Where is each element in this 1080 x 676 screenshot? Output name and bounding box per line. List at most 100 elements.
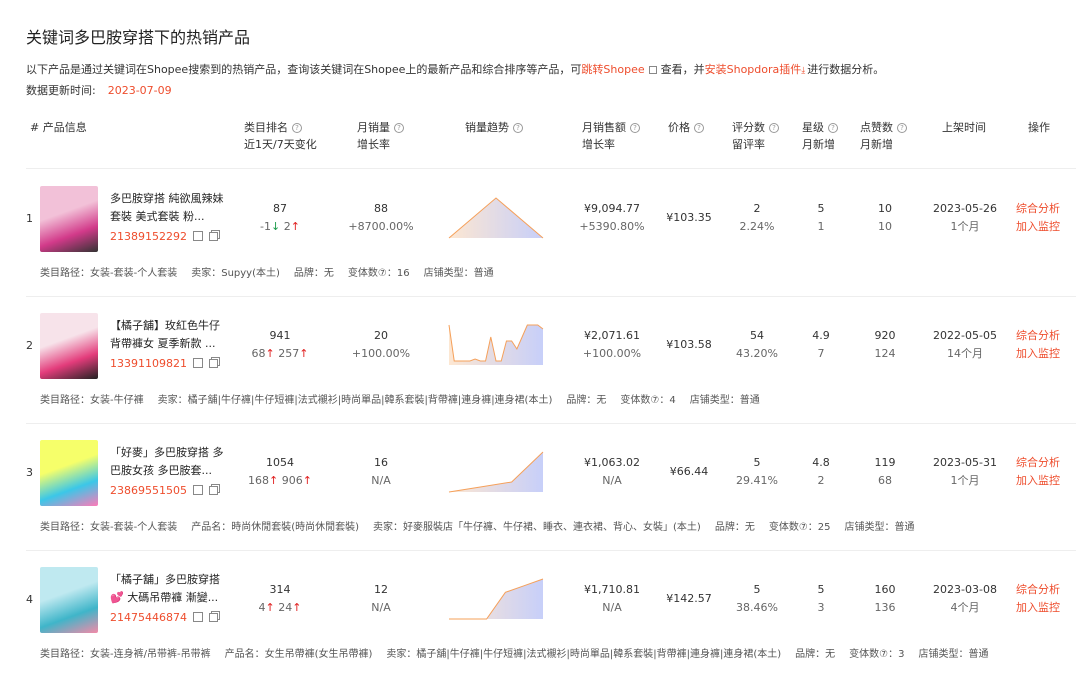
monthly-sales: 88 (374, 202, 388, 215)
help-icon[interactable]: ? (694, 123, 704, 133)
copy-icon[interactable] (208, 613, 218, 622)
sales-cell: 20 +100.00% (340, 327, 422, 363)
rank-d1: 68 (251, 347, 266, 360)
star-rating: 5 (817, 202, 825, 215)
meta-item: 类目路径：女装-连身裤/吊带裤-吊带裤 (40, 649, 211, 660)
help-icon[interactable]: ? (828, 123, 838, 133)
like-count: 160 (874, 583, 896, 596)
product-thumbnail[interactable] (40, 567, 98, 633)
analyze-button[interactable]: 综合分析 (1016, 454, 1060, 472)
header-trend-label: 销量趋势 (465, 121, 509, 134)
rank-d7: 24 (278, 601, 293, 614)
help-icon[interactable]: ? (292, 123, 302, 133)
product-id-value: 13391109821 (110, 357, 187, 370)
product-thumbnail[interactable] (40, 313, 98, 379)
meta-item: 店铺类型：普通 (423, 268, 494, 279)
analyze-button[interactable]: 综合分析 (1016, 327, 1060, 345)
header-rank[interactable]: 类目排名? 近1天/7天变化 (244, 119, 317, 153)
like-count: 920 (874, 329, 896, 342)
price: ¥142.57 (666, 592, 712, 605)
product-id: 21475446874 (110, 611, 218, 624)
header-stars[interactable]: 星级? 月新增 (802, 119, 838, 153)
star-rating: 4.9 (812, 329, 830, 342)
stars-cell: 5 3 (800, 581, 842, 617)
product-meta: 类目路径：女装-连身裤/吊带裤-吊带裤 产品名：女生吊帶褲(女生吊帶褲) 卖家：橘子… (40, 645, 1003, 660)
analyze-button[interactable]: 综合分析 (1016, 200, 1060, 218)
product-thumbnail[interactable] (40, 186, 98, 252)
help-icon[interactable]: ? (769, 123, 779, 133)
header-sales[interactable]: 月销量? 增长率 (357, 119, 404, 153)
header-revenue[interactable]: 月销售额? 增长率 (582, 119, 640, 153)
copy-icon[interactable] (208, 359, 218, 368)
copy-icon[interactable] (208, 232, 218, 241)
header-reviews-sub: 留评率 (732, 138, 765, 151)
revenue-cell: ¥1,063.02 N/A (572, 454, 652, 490)
likes-new: 136 (874, 601, 896, 614)
product-id-value: 23869551505 (110, 484, 187, 497)
meta-item: 变体数⑦：4 (620, 395, 676, 406)
update-label: 数据更新时间: (26, 84, 96, 97)
product-name[interactable]: 「橘子舖」多巴胺穿搭 💕 大碼吊帶褲 漸變... (110, 571, 226, 607)
rank-cell: 314 4↑ 24↑ (240, 581, 320, 617)
stars-cell: 4.9 7 (800, 327, 842, 363)
help-icon[interactable]: ? (630, 123, 640, 133)
external-link-icon[interactable] (192, 231, 203, 241)
header-sales-sub: 增长率 (357, 138, 390, 151)
sales-trend-chart[interactable] (447, 194, 545, 240)
sales-trend-chart[interactable] (447, 575, 545, 621)
sales-trend-chart[interactable] (447, 448, 545, 494)
header-trend[interactable]: 销量趋势? (465, 119, 523, 136)
header-likes[interactable]: 点赞数? 月新增 (860, 119, 907, 153)
product-name[interactable]: 多巴胺穿搭 純欲風辣妹套裝 美式套裝 粉... (110, 190, 226, 226)
sales-trend-chart[interactable] (447, 321, 545, 367)
page-description: 以下产品是通过关键词在Shopee搜索到的热销产品，查询该关键词在Shopee上… (26, 61, 884, 77)
listed-ago: 1个月 (950, 474, 980, 487)
add-monitor-button[interactable]: 加入监控 (1016, 472, 1060, 490)
add-monitor-button[interactable]: 加入监控 (1016, 345, 1060, 363)
header-reviews[interactable]: 评分数? 留评率 (732, 119, 779, 153)
listed-date: 2023-05-31 (933, 456, 997, 469)
install-plugin-link[interactable]: 安装Shopdora插件 (705, 63, 802, 76)
arrow-up-icon: ↑ (290, 220, 300, 233)
product-name[interactable]: 【橘子舖】玫紅色牛仔背帶褲女 夏季新款 ... (110, 317, 226, 353)
jump-shopee-link[interactable]: 跳转Shopee (581, 63, 644, 76)
row-number: 4 (26, 593, 33, 606)
rank-change: -1↓ 2↑ (240, 218, 320, 236)
download-icon[interactable]: ⤓ (801, 66, 805, 76)
header-listed[interactable]: 上架时间 (942, 119, 986, 136)
help-icon[interactable]: ? (897, 123, 907, 133)
stars-new: 1 (817, 220, 825, 233)
divider (26, 168, 1076, 169)
product-name[interactable]: 「好麥」多巴胺穿搭 多巴胺女孩 多巴胺套... (110, 444, 226, 480)
external-link-icon[interactable] (192, 485, 203, 495)
reviews-cell: 5 38.46% (728, 581, 786, 617)
help-icon[interactable]: ? (513, 123, 523, 133)
page-title: 关键词多巴胺穿搭下的热销产品 (26, 28, 251, 47)
stars-new: 2 (817, 474, 825, 487)
product-thumbnail[interactable] (40, 440, 98, 506)
action-cell: 综合分析 加入监控 (1016, 581, 1060, 617)
add-monitor-button[interactable]: 加入监控 (1016, 218, 1060, 236)
review-count: 5 (753, 583, 761, 596)
revenue-cell: ¥2,071.61 +100.00% (572, 327, 652, 363)
rank-cell: 941 68↑ 257↑ (240, 327, 320, 363)
rank-value: 87 (273, 202, 287, 215)
listed-cell: 2023-05-26 1个月 (928, 200, 1002, 236)
external-link-icon[interactable] (192, 358, 203, 368)
rank-d1: 4 (258, 601, 266, 614)
monthly-sales: 20 (374, 329, 388, 342)
copy-icon[interactable] (208, 486, 218, 495)
analyze-button[interactable]: 综合分析 (1016, 581, 1060, 599)
arrow-up-icon: ↑ (292, 601, 302, 614)
meta-item: 类目路径：女装-套装-个人套装 (40, 522, 178, 533)
help-icon[interactable]: ? (394, 123, 404, 133)
external-link-icon[interactable] (192, 612, 203, 622)
row-number: 3 (26, 466, 33, 479)
likes-new: 124 (874, 347, 896, 360)
header-price[interactable]: 价格? (668, 119, 704, 136)
external-link-icon[interactable] (648, 66, 657, 74)
meta-item: 产品名：女生吊帶褲(女生吊帶褲) (224, 649, 373, 660)
add-monitor-button[interactable]: 加入监控 (1016, 599, 1060, 617)
stars-cell: 5 1 (800, 200, 842, 236)
meta-item: 变体数⑦：3 (849, 649, 905, 660)
